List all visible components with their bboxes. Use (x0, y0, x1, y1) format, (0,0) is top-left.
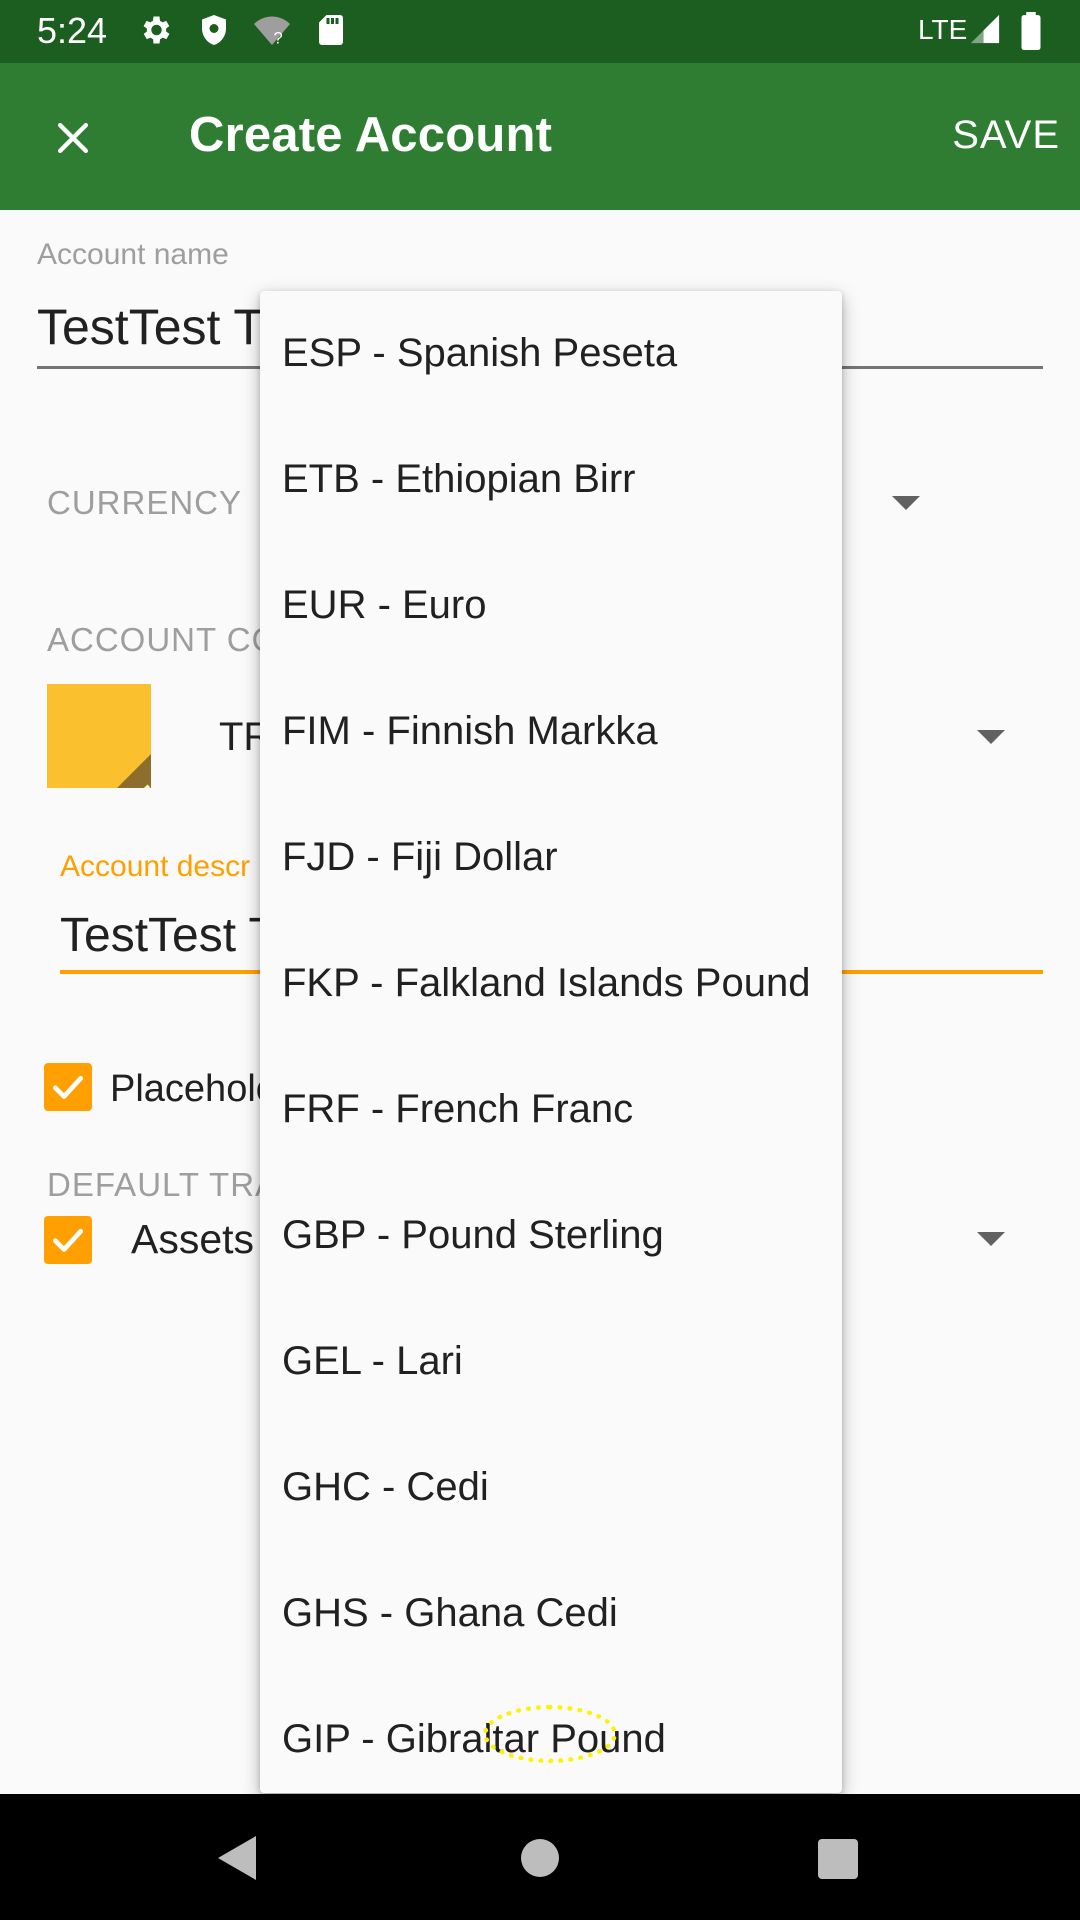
dropdown-item-ghc[interactable]: GHC - Cedi (282, 1465, 489, 1510)
close-icon (57, 122, 89, 154)
default-transfer-chevron-icon (977, 1232, 1005, 1246)
check-icon (52, 1228, 84, 1252)
system-nav-bar (0, 1794, 1080, 1920)
placeholder-checkbox[interactable] (44, 1063, 92, 1111)
default-transfer-spinner[interactable]: Assets (131, 1216, 254, 1263)
back-icon[interactable] (218, 1836, 256, 1880)
currency-label: CURRENCY (47, 484, 243, 521)
dropdown-item-gbp[interactable]: GBP - Pound Sterling (282, 1213, 664, 1258)
home-icon[interactable] (521, 1839, 559, 1877)
dropdown-item-esp[interactable]: ESP - Spanish Peseta (282, 331, 677, 376)
currency-dropdown-list: ESP - Spanish Peseta ETB - Ethiopian Bir… (260, 291, 842, 1793)
sd-card-icon (313, 12, 349, 48)
dropdown-item-ghs[interactable]: GHS - Ghana Cedi (282, 1591, 618, 1636)
page-title: Create Account (189, 108, 553, 162)
default-transfer-checkbox[interactable] (44, 1216, 92, 1264)
check-icon (52, 1075, 84, 1099)
account-description-input[interactable]: TestTest T (60, 908, 278, 963)
status-bar: 5:24 ? LTE (0, 0, 1080, 63)
recent-apps-icon[interactable] (818, 1839, 858, 1879)
dropdown-item-gel[interactable]: GEL - Lari (282, 1339, 463, 1384)
shield-icon (196, 12, 232, 48)
battery-icon (1016, 12, 1052, 50)
dropdown-item-fim[interactable]: FIM - Finnish Markka (282, 709, 658, 754)
gear-icon (137, 12, 173, 48)
close-button[interactable] (40, 105, 106, 171)
account-color-label: ACCOUNT CO (47, 621, 279, 658)
dropdown-item-frf[interactable]: FRF - French Franc (282, 1087, 633, 1132)
color-swatch[interactable] (47, 684, 151, 788)
app-toolbar: Create Account SAVE (0, 63, 1080, 210)
svg-text:?: ? (274, 30, 283, 48)
dropdown-item-fkp[interactable]: FKP - Falkland Islands Pound (282, 961, 810, 1006)
save-button[interactable]: SAVE (952, 113, 1060, 158)
wifi-question-icon: ? (252, 12, 290, 48)
default-transfer-label: DEFAULT TRA (47, 1166, 279, 1203)
account-type-chevron-icon (977, 730, 1005, 744)
touch-indicator (483, 1705, 617, 1763)
account-name-input[interactable]: TestTest T (37, 298, 264, 356)
chevron-down-icon (892, 496, 920, 510)
signal-icon (968, 12, 1004, 48)
placeholder-label: Placeholo (110, 1068, 277, 1110)
dropdown-item-eur[interactable]: EUR - Euro (282, 583, 487, 628)
account-name-label: Account name (37, 238, 229, 271)
account-description-label: Account descr (60, 850, 251, 883)
swatch-corner (117, 754, 151, 788)
network-type: LTE (918, 14, 968, 45)
dropdown-item-etb[interactable]: ETB - Ethiopian Birr (282, 457, 635, 502)
dropdown-item-fjd[interactable]: FJD - Fiji Dollar (282, 835, 558, 880)
status-time: 5:24 (37, 10, 108, 51)
